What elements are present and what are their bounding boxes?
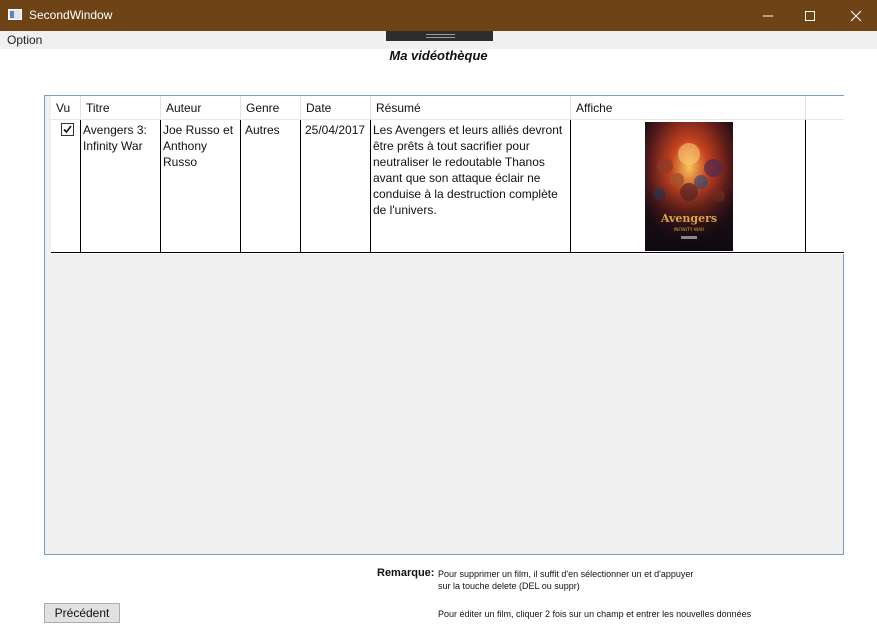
column-divider — [240, 120, 241, 253]
column-header-affiche[interactable]: Affiche — [571, 96, 806, 120]
cell-genre[interactable]: Autres — [245, 122, 299, 138]
column-divider — [300, 120, 301, 253]
page-title: Ma vidéothèque — [389, 48, 488, 63]
menu-option[interactable]: Option — [7, 33, 42, 48]
remark-label: Remarque: — [377, 567, 435, 579]
remark-line-2: sur la touche delete (DEL ou suppr) — [438, 581, 580, 591]
grip-line — [426, 34, 455, 35]
column-header-auteur[interactable]: Auteur — [161, 96, 241, 120]
movie-poster-image: Avengers INFINITY WAR — [645, 122, 733, 251]
poster-subtitle: INFINITY WAR — [674, 227, 705, 233]
minimize-button[interactable] — [745, 0, 791, 31]
cell-date[interactable]: 25/04/2017 — [305, 122, 371, 138]
close-button[interactable] — [833, 0, 877, 31]
minimize-icon — [763, 15, 773, 16]
column-header-resume[interactable]: Résumé — [371, 96, 571, 120]
poster-logo: Avengers — [660, 212, 717, 225]
maximize-icon — [805, 10, 815, 21]
checkmark-icon — [63, 125, 72, 134]
remark-line-3: Pour éditer un film, cliquer 2 fois sur … — [438, 609, 752, 619]
grip-line — [426, 37, 455, 38]
column-divider — [570, 120, 571, 253]
column-header-date[interactable]: Date — [301, 96, 371, 120]
column-header-vu[interactable]: Vu — [51, 96, 81, 120]
row-divider — [51, 252, 844, 253]
column-header-genre[interactable]: Genre — [241, 96, 301, 120]
remark-line-1: Pour supprimer un film, il suffit d'en s… — [438, 569, 694, 579]
window-title: SecondWindow — [29, 8, 113, 22]
datagrid-rows: Vu Titre Auteur Genre Date Résumé Affich… — [51, 96, 844, 254]
vu-checkbox[interactable] — [61, 123, 74, 136]
column-divider — [805, 120, 806, 253]
column-divider — [80, 120, 81, 253]
column-header-titre[interactable]: Titre — [81, 96, 161, 120]
remark-text: Pour supprimer un film, il suffit d'en s… — [438, 568, 693, 592]
app-icon — [8, 9, 22, 20]
cell-resume[interactable]: Les Avengers et leurs alliés devront êtr… — [373, 122, 568, 218]
title-bar: SecondWindow — [0, 0, 877, 31]
previous-button[interactable]: Précédent — [44, 603, 120, 623]
column-divider — [370, 120, 371, 253]
cell-titre[interactable]: Avengers 3: Infinity War — [83, 122, 157, 154]
close-icon — [850, 10, 862, 21]
movie-datagrid[interactable]: Vu Titre Auteur Genre Date Résumé Affich… — [44, 95, 844, 555]
maximize-button[interactable] — [787, 0, 833, 31]
column-divider — [160, 120, 161, 253]
header-divider — [51, 119, 844, 120]
drag-grip[interactable] — [386, 31, 493, 41]
cell-auteur[interactable]: Joe Russo et Anthony Russo — [163, 122, 237, 170]
